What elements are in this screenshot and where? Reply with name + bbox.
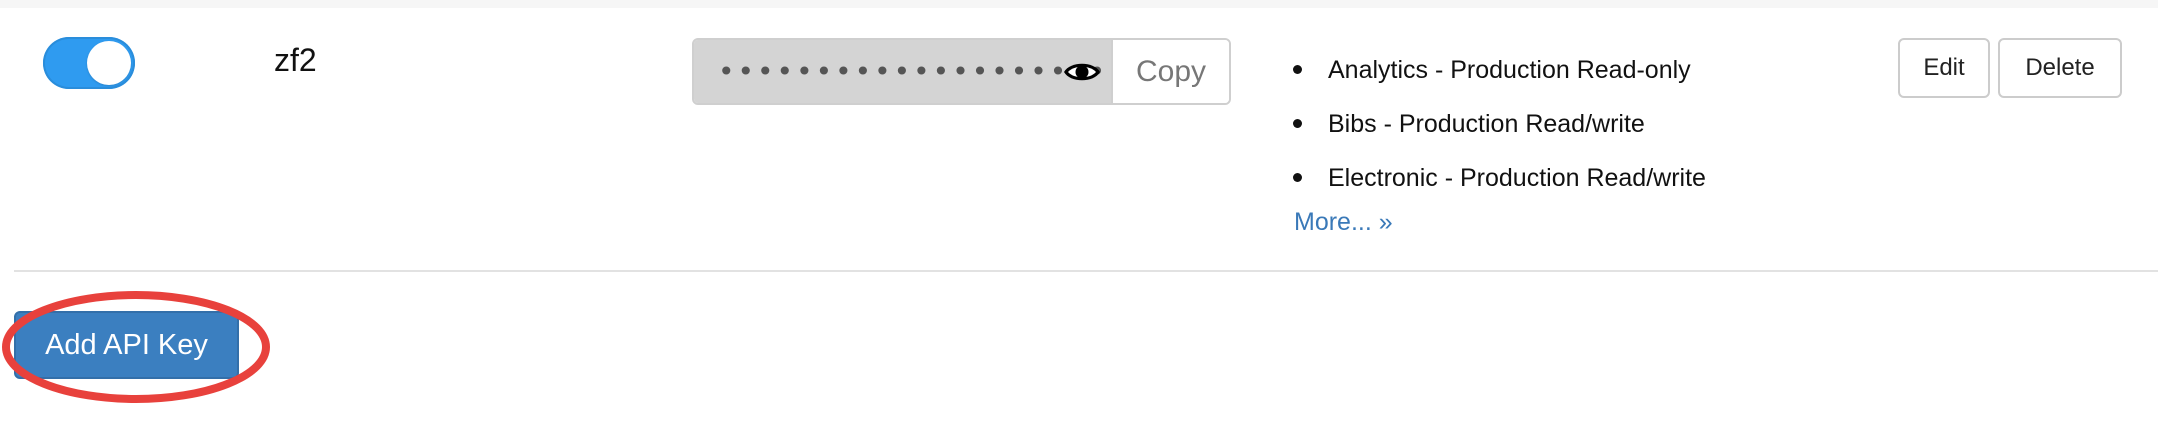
edit-button[interactable]: Edit — [1898, 38, 1990, 98]
eye-icon[interactable] — [1063, 57, 1101, 87]
bullet-icon — [1293, 119, 1302, 128]
bullet-icon — [1293, 173, 1302, 182]
bullet-icon — [1293, 65, 1302, 74]
scope-label: Analytics - Production Read-only — [1328, 56, 1691, 84]
api-key-name: zf2 — [274, 42, 317, 78]
scope-label: Electronic - Production Read/write — [1328, 164, 1706, 192]
api-keys-panel: zf2 •••••••••••••••••••• Copy Analytics … — [0, 0, 2158, 428]
secret-mask: •••••••••••••••••••• — [718, 55, 1109, 88]
secret-field[interactable]: •••••••••••••••••••• — [694, 40, 1113, 103]
list-item: Analytics - Production Read-only — [1290, 55, 1706, 109]
scope-list: Analytics - Production Read-only Bibs - … — [1290, 55, 1706, 217]
toggle-knob — [87, 41, 131, 85]
top-strip — [0, 0, 2158, 8]
copy-button[interactable]: Copy — [1113, 40, 1229, 103]
add-api-key-button[interactable]: Add API Key — [14, 311, 239, 379]
more-scopes-link[interactable]: More... » — [1294, 207, 1393, 237]
delete-button[interactable]: Delete — [1998, 38, 2122, 98]
enabled-toggle[interactable] — [43, 37, 135, 89]
scope-label: Bibs - Production Read/write — [1328, 110, 1645, 138]
secret-field-group: •••••••••••••••••••• Copy — [692, 38, 1231, 105]
list-item: Bibs - Production Read/write — [1290, 109, 1706, 163]
divider — [14, 270, 2158, 272]
